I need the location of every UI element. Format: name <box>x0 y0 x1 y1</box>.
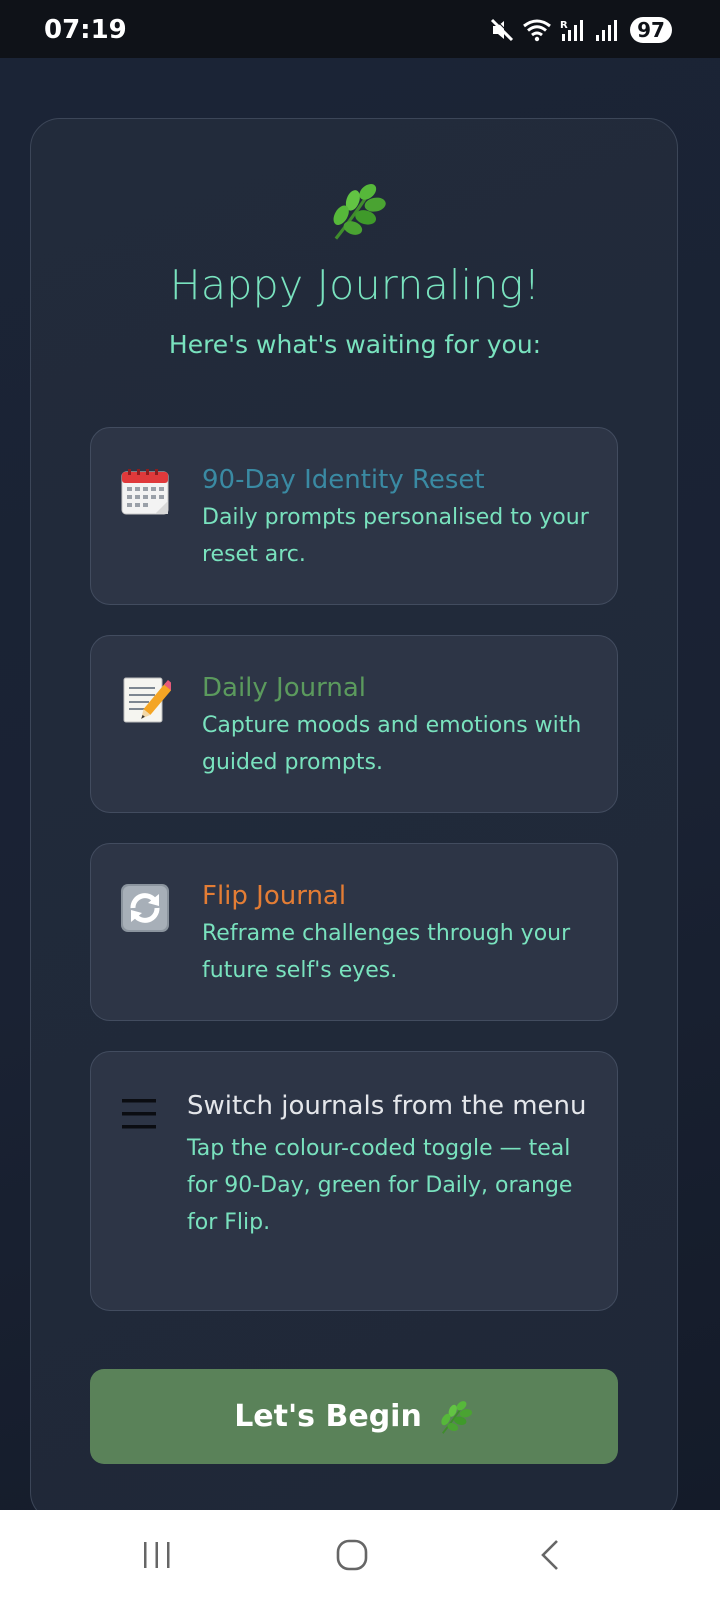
calendar-icon <box>121 469 169 515</box>
feature-title-90-day: 90-Day Identity Reset <box>202 465 485 495</box>
feature-title-flip: Flip Journal <box>202 881 347 911</box>
back-icon <box>541 1540 558 1570</box>
signal-r-icon: R <box>560 20 583 41</box>
status-bar: 07:19 R 97 <box>0 0 720 58</box>
feature-description-switch: Tap the colour-coded toggle — teal for 9… <box>187 1136 573 1235</box>
signal-icon <box>596 20 617 41</box>
memo-pencil-icon <box>123 677 171 723</box>
svg-text:R: R <box>560 20 568 31</box>
status-icons: R 97 <box>482 17 672 43</box>
feature-title-daily: Daily Journal <box>202 673 366 703</box>
feature-card-90-day-reset: 90-Day Identity Reset Daily prompts pers… <box>90 427 618 605</box>
mute-icon <box>490 17 514 42</box>
welcome-card: Happy Journaling! Here's what's waiting … <box>30 118 678 1522</box>
refresh-arrows-icon <box>121 884 169 932</box>
hamburger-menu-icon <box>122 1099 156 1129</box>
wifi-icon <box>523 19 551 42</box>
recent-apps-button[interactable] <box>127 1530 187 1580</box>
recent-apps-icon <box>144 1542 170 1568</box>
feature-card-daily-journal: Daily Journal Capture moods and emotions… <box>90 635 618 813</box>
herb-leaf-icon <box>333 184 386 240</box>
lets-begin-button[interactable]: Let's Begin <box>90 1369 618 1464</box>
welcome-title: Happy Journaling! <box>169 261 541 309</box>
system-navigation-bar <box>0 1510 720 1600</box>
status-time: 07:19 <box>44 15 127 45</box>
home-icon <box>336 1539 368 1571</box>
feature-description-90-day: Daily prompts personalised to your reset… <box>202 505 589 567</box>
feature-card-switch-journals: Switch journals from the menu Tap the co… <box>90 1051 618 1311</box>
feature-description-daily: Capture moods and emotions with guided p… <box>202 713 582 775</box>
feature-card-flip-journal: Flip Journal Reframe challenges through … <box>90 843 618 1021</box>
page-background: Happy Journaling! Here's what's waiting … <box>0 58 720 1522</box>
feature-title-switch: Switch journals from the menu <box>187 1091 587 1121</box>
herb-leaf-icon <box>441 1400 472 1434</box>
lets-begin-label: Let's Begin <box>234 1399 422 1434</box>
battery-level-badge: 97 <box>630 17 672 43</box>
welcome-subtitle: Here's what's waiting for you: <box>168 330 542 359</box>
back-button[interactable] <box>520 1530 580 1580</box>
home-button[interactable] <box>322 1530 382 1580</box>
feature-description-flip: Reframe challenges through your future s… <box>202 921 571 983</box>
